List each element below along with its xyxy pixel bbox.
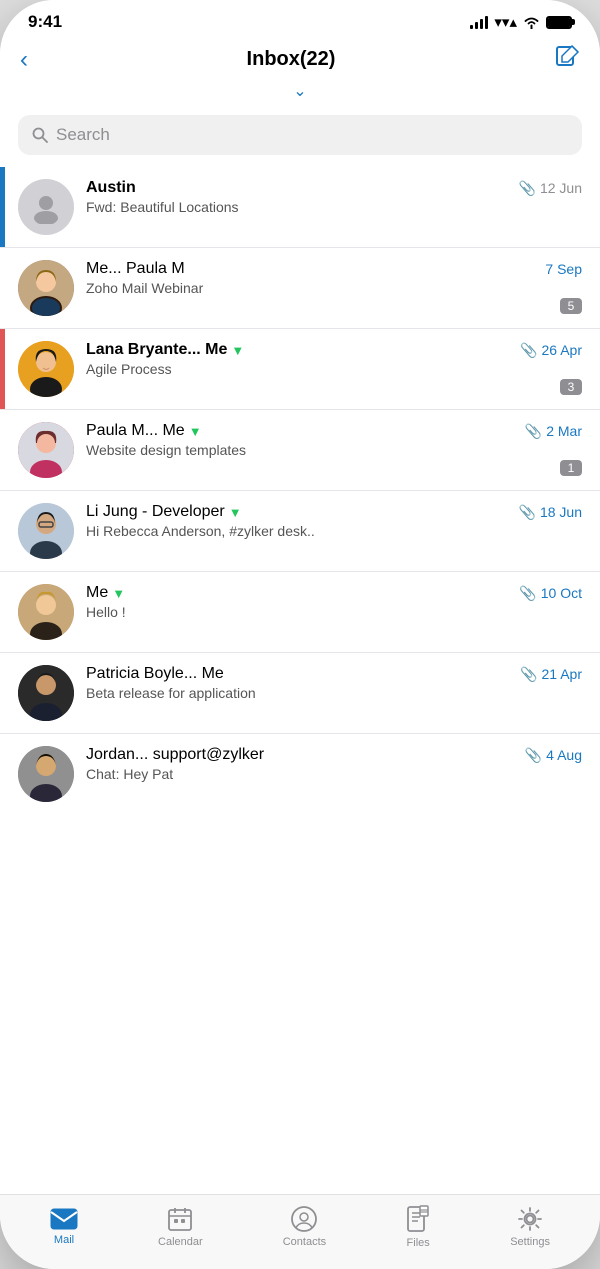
email-content: Me... Paula M 7 Sep Zoho Mail Webinar 5 (86, 260, 582, 314)
thread-count: 3 (560, 379, 582, 395)
search-bar[interactable]: Search (18, 115, 582, 155)
flag-icon: ▼ (112, 586, 125, 601)
paperclip-icon: 📎 (525, 423, 542, 440)
compose-button[interactable] (554, 44, 580, 75)
wifi-icon: ▾▾▴ (494, 13, 517, 31)
email-content: Paula M... Me ▼ 📎 2 Mar Website design t… (86, 422, 582, 476)
search-bar-container: Search (0, 109, 600, 167)
avatar (18, 584, 74, 640)
avatar (18, 341, 74, 397)
tab-mail-label: Mail (54, 1234, 74, 1246)
list-item[interactable]: Li Jung - Developer ▼ 📎 18 Jun Hi Rebecc… (0, 491, 600, 572)
paperclip-icon: 📎 (520, 666, 537, 683)
email-date: 📎 12 Jun (519, 180, 582, 197)
avatar (18, 665, 74, 721)
battery-icon (546, 16, 572, 29)
wifi-icon-svg (523, 16, 540, 29)
thread-count: 1 (560, 460, 582, 476)
list-item[interactable]: Patricia Boyle... Me 📎 21 Apr Beta relea… (0, 653, 600, 734)
email-sender: Me ▼ (86, 584, 125, 602)
flag-icon: ▼ (231, 343, 244, 358)
status-icons: ▾▾▴ (470, 13, 572, 31)
back-button[interactable]: ‹ (20, 46, 28, 74)
bottom-tab-bar: Mail Calendar Contacts (0, 1194, 600, 1269)
email-date: 📎 18 Jun (519, 504, 582, 521)
email-date: 📎 4 Aug (525, 747, 582, 764)
filter-chevron[interactable]: ⌄ (0, 79, 600, 109)
email-content: Li Jung - Developer ▼ 📎 18 Jun Hi Rebecc… (86, 503, 582, 539)
email-subject: Chat: Hey Pat (86, 766, 582, 782)
email-date: 📎 10 Oct (519, 585, 582, 602)
thread-count: 5 (560, 298, 582, 314)
paperclip-icon: 📎 (525, 747, 542, 764)
email-sender: Jordan... support@zylker (86, 746, 264, 764)
flag-icon: ▼ (229, 505, 242, 520)
email-date: 7 Sep (545, 261, 582, 277)
list-item[interactable]: Paula M... Me ▼ 📎 2 Mar Website design t… (0, 410, 600, 491)
email-sender: Li Jung - Developer ▼ (86, 503, 242, 521)
chevron-down-icon: ⌄ (293, 81, 306, 101)
list-item[interactable]: Austin 📎 12 Jun Fwd: Beautiful Locations (0, 167, 600, 248)
tab-calendar-label: Calendar (158, 1236, 203, 1248)
mail-icon (50, 1208, 78, 1230)
avatar (18, 179, 74, 235)
email-subject: Fwd: Beautiful Locations (86, 199, 582, 215)
email-subject: Beta release for application (86, 685, 582, 701)
files-icon (406, 1205, 430, 1233)
status-time: 9:41 (28, 12, 62, 32)
phone-frame: 9:41 ▾▾▴ ‹ Inbox(22) (0, 0, 600, 1269)
email-content: Lana Bryante... Me ▼ 📎 26 Apr Agile Proc… (86, 341, 582, 395)
paperclip-icon: 📎 (520, 342, 537, 359)
paperclip-icon: 📎 (519, 180, 536, 197)
contacts-icon (291, 1206, 317, 1232)
avatar (18, 260, 74, 316)
email-content: Patricia Boyle... Me 📎 21 Apr Beta relea… (86, 665, 582, 701)
list-item[interactable]: Lana Bryante... Me ▼ 📎 26 Apr Agile Proc… (0, 329, 600, 410)
tab-contacts[interactable]: Contacts (283, 1206, 326, 1248)
tab-mail[interactable]: Mail (50, 1208, 78, 1246)
header: ‹ Inbox(22) (0, 36, 600, 79)
tab-calendar[interactable]: Calendar (158, 1206, 203, 1248)
email-date: 📎 26 Apr (520, 342, 582, 359)
status-bar: 9:41 ▾▾▴ (0, 0, 600, 36)
search-icon (32, 127, 48, 143)
email-subject: Agile Process (86, 361, 582, 377)
paperclip-icon: 📎 (519, 504, 536, 521)
tab-settings-label: Settings (510, 1236, 550, 1248)
list-item[interactable]: Me... Paula M 7 Sep Zoho Mail Webinar 5 (0, 248, 600, 329)
avatar (18, 422, 74, 478)
email-subject: Hello ! (86, 604, 582, 620)
settings-icon (517, 1206, 543, 1232)
tab-files[interactable]: Files (406, 1205, 430, 1249)
tab-contacts-label: Contacts (283, 1236, 326, 1248)
flag-icon: ▼ (189, 424, 202, 439)
list-item[interactable]: Me ▼ 📎 10 Oct Hello ! (0, 572, 600, 653)
search-input[interactable]: Search (56, 125, 110, 145)
email-subject: Website design templates (86, 442, 582, 458)
page-title: Inbox(22) (247, 48, 336, 71)
list-item[interactable]: Jordan... support@zylker 📎 4 Aug Chat: H… (0, 734, 600, 814)
email-sender: Austin (86, 179, 136, 197)
email-content: Austin 📎 12 Jun Fwd: Beautiful Locations (86, 179, 582, 215)
email-content: Me ▼ 📎 10 Oct Hello ! (86, 584, 582, 620)
paperclip-icon: 📎 (519, 585, 536, 602)
avatar (18, 503, 74, 559)
avatar (18, 746, 74, 802)
email-sender: Patricia Boyle... Me (86, 665, 224, 683)
tab-files-label: Files (407, 1237, 430, 1249)
email-date: 📎 2 Mar (525, 423, 582, 440)
email-list: Austin 📎 12 Jun Fwd: Beautiful Locations (0, 167, 600, 1138)
email-sender: Paula M... Me ▼ (86, 422, 202, 440)
email-subject: Hi Rebecca Anderson, #zylker desk.. (86, 523, 582, 539)
email-date: 📎 21 Apr (520, 666, 582, 683)
email-subject: Zoho Mail Webinar (86, 280, 582, 296)
calendar-icon (167, 1206, 193, 1232)
email-sender: Me... Paula M (86, 260, 185, 278)
email-sender: Lana Bryante... Me ▼ (86, 341, 244, 359)
email-content: Jordan... support@zylker 📎 4 Aug Chat: H… (86, 746, 582, 782)
signal-icon (470, 15, 488, 29)
tab-settings[interactable]: Settings (510, 1206, 550, 1248)
